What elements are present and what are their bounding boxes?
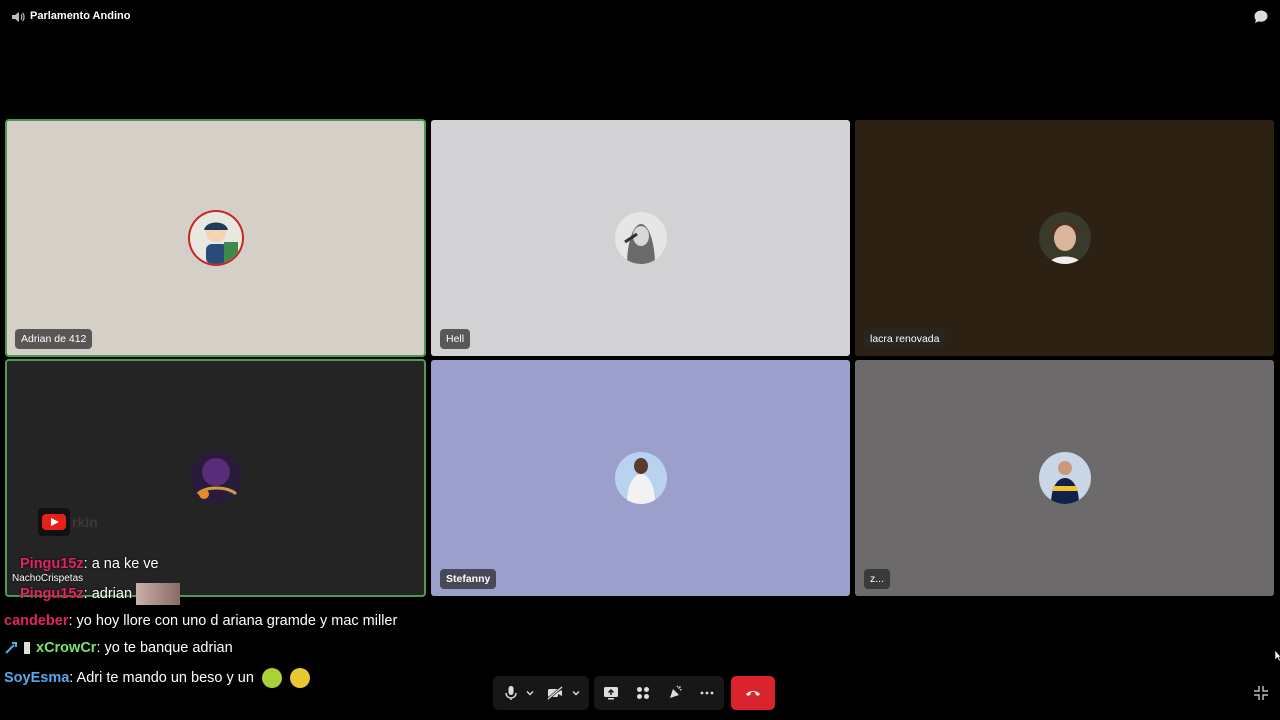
call-controls xyxy=(493,676,775,710)
participant-name: Stefanny xyxy=(440,569,497,589)
overlay-ghost-text: rkin xyxy=(72,514,98,530)
participant-name: Hell xyxy=(440,329,471,349)
avatar-image xyxy=(614,212,667,264)
avatar-image xyxy=(1038,212,1091,264)
avatar xyxy=(614,212,667,264)
chevron-down-icon[interactable] xyxy=(525,688,535,698)
participant-name: lacra renovada xyxy=(864,329,946,349)
screen-share-icon[interactable] xyxy=(602,684,620,702)
chat-message: xCrowCr: yo te banque adrian xyxy=(4,640,233,656)
participant-tile[interactable]: Hell xyxy=(431,120,850,356)
chat-username: xCrowCr xyxy=(36,640,97,656)
sword-badge-icon xyxy=(5,642,17,654)
chat-username: Pingu15z xyxy=(20,585,84,602)
more-dots-icon[interactable] xyxy=(698,684,716,702)
channel-name: Parlamento Andino xyxy=(30,10,131,22)
avatar xyxy=(189,212,242,264)
soundboard-icon[interactable] xyxy=(666,684,684,702)
participant-tile[interactable]: Adrian de 412 xyxy=(5,119,426,357)
hang-up-icon xyxy=(746,691,760,696)
chat-text: : Adri te mando un beso y un xyxy=(69,669,254,686)
participant-tile[interactable]: z... xyxy=(855,360,1274,596)
chat-message: candeber: yo hoy llore con uno d ariana … xyxy=(4,613,397,629)
chevron-down-icon[interactable] xyxy=(571,688,581,698)
call-header: Parlamento Andino xyxy=(0,0,1280,34)
exit-fullscreen-icon[interactable] xyxy=(1253,685,1269,701)
chat-username: candeber xyxy=(4,613,69,629)
avatar-image xyxy=(189,452,242,504)
dizzy-emoji-icon xyxy=(289,668,310,688)
chat-message: Pingu15z: adrian xyxy=(20,583,181,605)
chat-text: : yo hoy llore con uno d ariana gramde y… xyxy=(68,613,398,629)
activities-grid-icon[interactable] xyxy=(634,684,652,702)
participant-name: Adrian de 412 xyxy=(15,329,93,349)
mouse-cursor-icon xyxy=(1275,650,1280,662)
actions-group xyxy=(594,676,724,710)
chat-username: SoyEsma xyxy=(4,669,70,686)
youtube-logo-icon xyxy=(38,508,70,536)
chat-message: Pingu15z: a na ke ve xyxy=(20,556,159,572)
avatar-image xyxy=(1038,452,1091,504)
participant-tile[interactable]: lacra renovada xyxy=(855,120,1274,356)
camera-off-icon[interactable] xyxy=(546,684,564,702)
chat-text: : adrian xyxy=(83,585,133,602)
speaker-icon xyxy=(12,12,25,22)
avatar xyxy=(614,452,667,504)
participant-tile[interactable]: Stefanny xyxy=(431,360,850,596)
participant-name: z... xyxy=(864,569,891,589)
avatar-image xyxy=(614,452,667,504)
audio-video-group xyxy=(493,676,589,710)
microphone-icon[interactable] xyxy=(502,684,520,702)
chat-text: : yo te banque adrian xyxy=(96,640,233,656)
avatar-image xyxy=(189,212,242,264)
chat-username: Pingu15z xyxy=(20,556,84,572)
avatar xyxy=(189,452,242,504)
hang-up-button[interactable] xyxy=(731,676,775,710)
chat-bubble-icon[interactable] xyxy=(1253,9,1269,25)
chat-text: : a na ke ve xyxy=(83,556,159,572)
stream-chat-overlay: rkin Pingu15z: a na ke ve NachoCrispetas… xyxy=(0,500,440,700)
chat-badge-icon xyxy=(24,642,30,655)
avatar xyxy=(1038,452,1091,504)
chat-image-thumbnail xyxy=(136,583,181,605)
chat-message: SoyEsma: Adri te mando un beso y un xyxy=(4,668,310,688)
nauseated-emoji-icon xyxy=(261,668,282,688)
avatar xyxy=(1038,212,1091,264)
